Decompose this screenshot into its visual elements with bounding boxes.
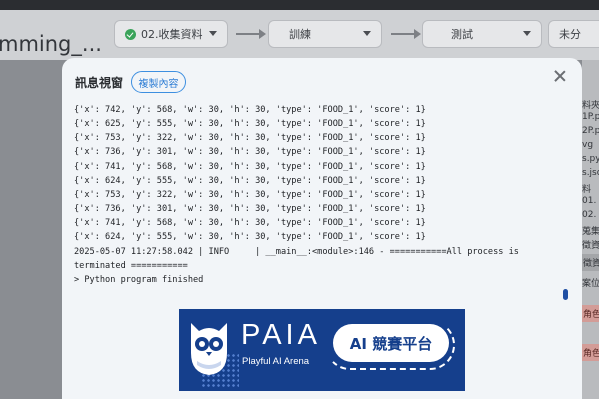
log-line: > Python program finished xyxy=(74,274,204,285)
role-tag[interactable]: 角色 xyxy=(582,344,599,361)
file-list-item[interactable]: 料 xyxy=(582,182,599,195)
step-arrow xyxy=(236,29,266,39)
file-list-item[interactable]: 蒐集 xyxy=(582,224,599,237)
file-list-item[interactable]: 料夾 xyxy=(582,98,599,111)
file-list-item[interactable]: 02. xyxy=(582,210,599,220)
file-list-item[interactable]: s.py xyxy=(582,154,599,164)
file-list-item[interactable]: 2P.p xyxy=(582,126,599,136)
file-list-item[interactable]: 1P.p xyxy=(582,112,599,122)
log-line: {'x': 753, 'y': 322, 'w': 30, 'h': 30, '… xyxy=(74,133,426,144)
log-line: {'x': 736, 'y': 301, 'w': 30, 'h': 30, '… xyxy=(74,204,426,215)
step-unclassified[interactable]: 未分 xyxy=(548,20,599,48)
platform-badge: AI 競賽平台 xyxy=(333,324,449,362)
step-arrow xyxy=(391,29,421,39)
file-list-item[interactable]: 案位 xyxy=(582,276,599,289)
log-line: 2025-05-07 11:27:58.042 | INFO | __main_… xyxy=(74,246,519,257)
log-line: {'x': 753, 'y': 322, 'w': 30, 'h': 30, '… xyxy=(74,189,426,200)
brand-tagline: Playful AI Arena xyxy=(242,356,310,367)
chevron-down-icon xyxy=(523,31,531,36)
check-circle-icon xyxy=(125,28,136,40)
file-list-item[interactable]: 01. xyxy=(582,196,599,206)
file-list-panel: 料夾 1P.p 2P.p vg s.py s.jso 料 01. 02. 蒐集 … xyxy=(582,60,599,399)
step-label: 未分 xyxy=(559,28,581,41)
log-line: {'x': 741, 'y': 568, 'w': 30, 'h': 30, '… xyxy=(74,161,426,172)
log-line: {'x': 624, 'y': 555, 'w': 30, 'h': 30, '… xyxy=(74,175,426,186)
log-line: terminated =========== xyxy=(74,260,188,271)
window-top-bar xyxy=(0,0,599,10)
owl-logo-icon xyxy=(191,323,227,375)
step-label: 測試 xyxy=(451,28,473,41)
file-list-item[interactable]: vg xyxy=(582,140,599,150)
step-test[interactable]: 測試 xyxy=(422,20,542,48)
project-title: mming_... xyxy=(0,32,102,56)
file-list-item[interactable]: s.jso xyxy=(582,168,599,178)
log-line: {'x': 736, 'y': 301, 'w': 30, 'h': 30, '… xyxy=(74,147,426,158)
log-line: {'x': 624, 'y': 555, 'w': 30, 'h': 30, '… xyxy=(74,232,426,243)
step-label: 02.收集資料 xyxy=(141,28,203,41)
scrollbar-thumb[interactable] xyxy=(563,289,568,300)
step-train[interactable]: 訓練 xyxy=(268,20,382,48)
chevron-down-icon xyxy=(363,31,371,36)
brand-name: PAIA xyxy=(241,319,321,351)
log-line: {'x': 742, 'y': 568, 'w': 30, 'h': 30, '… xyxy=(74,105,426,115)
log-line: {'x': 625, 'y': 555, 'w': 30, 'h': 30, '… xyxy=(74,119,426,130)
dialog-title: 訊息視窗 xyxy=(75,76,124,90)
copy-content-button[interactable]: 複製內容 xyxy=(131,71,186,93)
file-list-item[interactable]: 徵資 xyxy=(582,238,599,251)
log-output[interactable]: {'x': 742, 'y': 568, 'w': 30, 'h': 30, '… xyxy=(74,103,552,343)
step-collect-data[interactable]: 02.收集資料 xyxy=(114,20,228,48)
chevron-down-icon xyxy=(209,31,217,36)
log-line: {'x': 741, 'y': 568, 'w': 30, 'h': 30, '… xyxy=(74,218,426,229)
role-tag[interactable]: 角色 xyxy=(582,305,599,322)
log-scrollbar[interactable] xyxy=(562,98,568,343)
file-list-item[interactable]: 徵資 xyxy=(582,254,599,271)
close-icon[interactable] xyxy=(553,69,567,83)
paia-banner: PAIA Playful AI Arena AI 競賽平台 xyxy=(179,309,465,391)
step-label: 訓練 xyxy=(289,28,311,41)
message-dialog: 訊息視窗 複製內容 {'x': 742, 'y': 568, 'w': 30, … xyxy=(62,58,582,399)
